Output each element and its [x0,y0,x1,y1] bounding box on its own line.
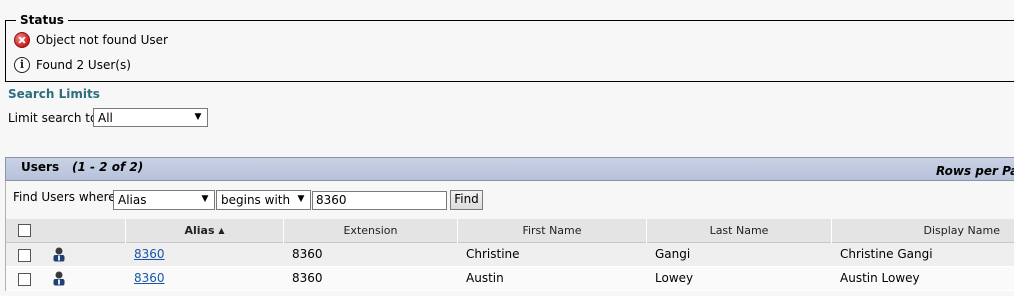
table-row: 8360 8360 Austin Lowey Austin Lowey [6,267,1014,291]
users-range: (1 - 2 of 2) [72,160,144,174]
rows-per-page-label: Rows per Pa [936,164,1014,178]
last-name-cell: Lowey [655,271,694,285]
row-checkbox[interactable] [18,249,31,262]
status-message-error: Object not found User [14,31,168,49]
column-header-alias[interactable]: Alias ▲ [126,219,284,243]
chevron-down-icon: ▼ [297,194,305,204]
alias-cell: 8360 [126,267,165,291]
select-all-checkbox[interactable] [18,224,31,237]
column-header-label: Alias [184,224,215,237]
last-name-cell: Gangi [655,247,691,261]
table-header-row: Alias ▲ Extension First Name Last Name D… [6,219,1014,243]
alias-link[interactable]: 8360 [134,247,165,261]
limit-search-label: Limit search to [8,111,98,125]
column-header-extension[interactable]: Extension [284,219,458,243]
status-legend: Status [16,13,68,27]
find-value-text: 8360 [316,193,347,207]
find-field-value: Alias [118,193,147,207]
status-message-text: Object not found User [36,33,168,47]
error-icon [14,32,30,48]
column-header-last-name[interactable]: Last Name [647,219,832,243]
display-name-cell: Christine Gangi [840,247,933,261]
search-limits-heading: Search Limits [8,87,100,101]
limit-search-value: All [98,111,113,125]
extension-cell: 8360 [292,271,323,285]
alias-cell: 8360 [126,243,165,267]
first-name-cell: Christine [466,247,520,261]
chevron-down-icon: ▼ [194,112,202,122]
users-header-bar [5,157,1014,181]
find-value-input[interactable]: 8360 [312,191,447,210]
users-table: Alias ▲ Extension First Name Last Name D… [5,219,1014,291]
limit-search-select[interactable]: All ▼ [93,108,208,127]
table-row: 8360 8360 Christine Gangi Christine Gang… [6,243,1014,267]
find-field-select[interactable]: Alias ▼ [113,190,215,210]
user-icon [53,247,65,262]
user-icon [53,271,65,286]
users-title: Users [21,160,60,174]
find-button[interactable]: Find [450,190,483,210]
chevron-down-icon: ▼ [201,194,209,204]
sort-ascending-icon: ▲ [218,226,225,235]
first-name-cell: Austin [466,271,504,285]
column-header-display-name[interactable]: Display Name [832,219,1014,243]
select-all-cell [6,219,126,243]
status-message-text: Found 2 User(s) [36,58,131,72]
status-message-info: i Found 2 User(s) [14,56,131,74]
row-checkbox[interactable] [18,273,31,286]
find-users-label: Find Users where [13,190,116,204]
column-header-first-name[interactable]: First Name [458,219,647,243]
extension-cell: 8360 [292,247,323,261]
alias-link[interactable]: 8360 [134,271,165,285]
display-name-cell: Austin Lowey [840,271,920,285]
status-panel [5,20,1014,82]
find-operator-value: begins with [221,193,291,207]
find-operator-select[interactable]: begins with ▼ [216,190,311,210]
info-icon: i [14,57,30,73]
